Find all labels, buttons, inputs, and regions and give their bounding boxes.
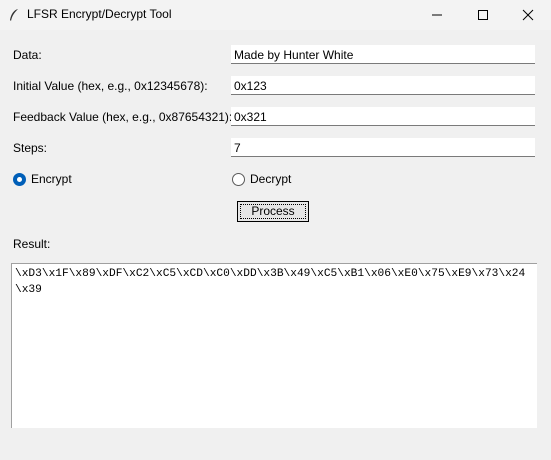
decrypt-label: Decrypt (250, 172, 292, 186)
process-button[interactable]: Process (237, 201, 309, 222)
decrypt-radio-option[interactable]: Decrypt (232, 171, 291, 187)
steps-input[interactable] (231, 138, 535, 157)
minimize-button[interactable] (414, 0, 460, 30)
encrypt-label: Encrypt (31, 172, 72, 186)
encrypt-radio-option[interactable]: Encrypt (13, 171, 72, 187)
minimize-icon (432, 14, 442, 16)
maximize-button[interactable] (460, 0, 506, 30)
result-textbox[interactable]: \xD3\x1F\x89\xDF\xC2\xC5\xCD\xC0\xDD\x3B… (11, 263, 537, 428)
feedback-value-input[interactable] (231, 107, 535, 126)
title-bar[interactable]: LFSR Encrypt/Decrypt Tool (0, 0, 551, 30)
steps-label: Steps: (13, 141, 48, 155)
result-label: Result: (13, 237, 51, 251)
feather-icon (8, 8, 20, 22)
close-icon (522, 9, 534, 21)
encrypt-radio[interactable] (13, 172, 26, 186)
feedback-value-label: Feedback Value (hex, e.g., 0x87654321): (13, 110, 233, 124)
close-button[interactable] (505, 0, 551, 30)
initial-value-label: Initial Value (hex, e.g., 0x12345678): (13, 79, 208, 93)
initial-value-input[interactable] (231, 76, 535, 95)
data-input[interactable] (231, 45, 535, 64)
decrypt-radio[interactable] (232, 172, 245, 186)
window-title: LFSR Encrypt/Decrypt Tool (27, 7, 172, 21)
data-label: Data: (13, 48, 42, 62)
maximize-icon (478, 10, 488, 20)
